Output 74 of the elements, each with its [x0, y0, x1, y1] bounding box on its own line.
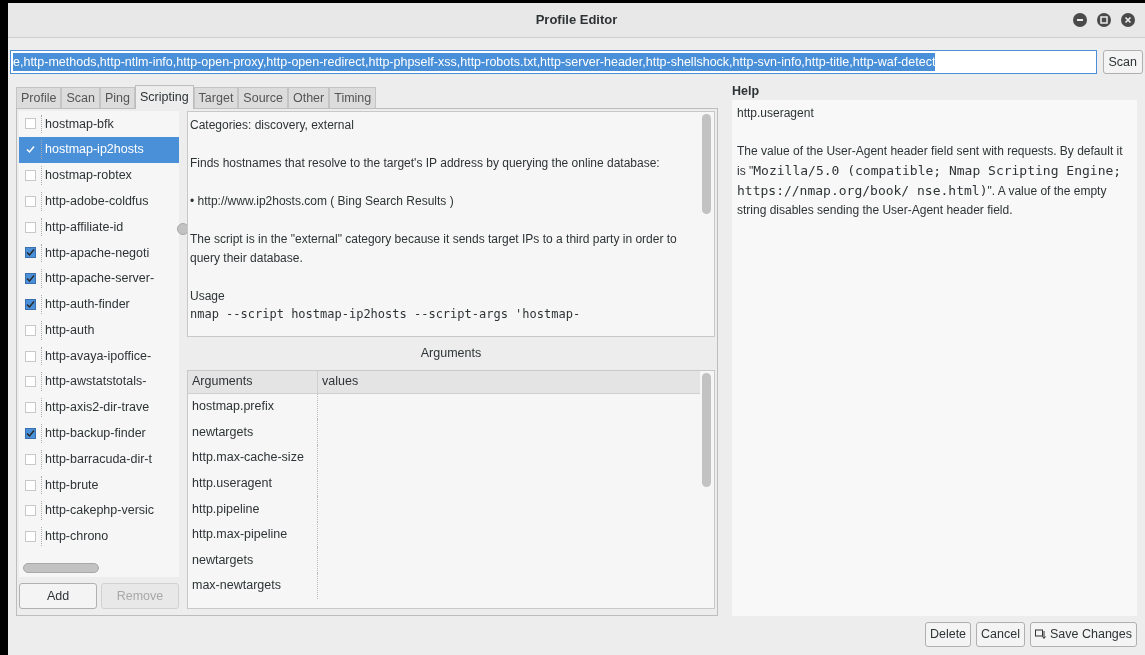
script-item[interactable]: http-chrono — [19, 523, 179, 550]
help-text: The value of the User-Agent header field sent with requests. By default it is "Mozilla/5.0 (compatible; Nmap Scripting Engine; https://nmap.org/book/ nse.html)". A value of the empty string disables sending the User-Agent header field. — [737, 143, 1124, 219]
checkbox[interactable] — [25, 479, 36, 491]
table-cell: newtargets — [188, 419, 318, 445]
script-item[interactable]: http-auth-finder — [19, 291, 179, 318]
tab[interactable]: Scripting — [134, 85, 194, 109]
tab[interactable]: Profile — [16, 87, 62, 108]
script-item[interactable]: http-apache-server- — [19, 265, 179, 292]
description-bullet: • http://www.ip2hosts.com ( Bing Search Results ) — [190, 193, 455, 210]
description-text: Categories: discovery, external — [190, 117, 355, 134]
tab[interactable]: Scan — [61, 87, 100, 108]
script-item[interactable]: http-apache-negoti — [19, 240, 179, 266]
script-item[interactable]: hostmap-robtex — [19, 162, 179, 189]
add-button[interactable]: Add — [19, 583, 97, 609]
checkbox[interactable] — [25, 170, 36, 181]
table-cell: http.useragent — [188, 470, 318, 497]
close-icon[interactable] — [1121, 13, 1135, 27]
table-cell: http.max-pipeline — [188, 521, 318, 548]
help-heading: http.useragent — [737, 105, 815, 122]
checkbox[interactable] — [25, 453, 36, 465]
checkbox[interactable] — [25, 324, 36, 336]
checkbox[interactable] — [25, 247, 36, 259]
table-cell: http.max-cache-size — [188, 444, 318, 471]
save-button[interactable]: Save Changes — [1030, 622, 1137, 647]
checkbox[interactable] — [25, 144, 36, 156]
tab[interactable]: Target — [193, 87, 239, 108]
window-title: Profile Editor — [535, 11, 618, 30]
usage-code: nmap --script hostmap-ip2hosts --script-args 'hostmap- — [190, 306, 582, 322]
checkbox[interactable] — [25, 118, 36, 130]
scan-button[interactable]: Scan — [1102, 50, 1143, 74]
minimize-icon[interactable] — [1073, 13, 1087, 27]
tab[interactable]: Other — [287, 87, 330, 108]
column-header[interactable]: values — [318, 370, 700, 393]
save-icon — [1035, 628, 1047, 641]
arguments-title: Arguments — [419, 345, 483, 362]
footer-button[interactable]: Cancel — [976, 622, 1025, 647]
tab[interactable]: Ping — [99, 87, 135, 108]
table-cell: http.pipeline — [188, 496, 318, 522]
script-item[interactable]: http-avaya-ipoffice- — [19, 343, 179, 369]
scrollbar-thumb[interactable] — [702, 372, 711, 487]
script-item[interactable]: http-axis2-dir-trave — [19, 394, 179, 421]
footer-button[interactable]: Delete — [924, 622, 972, 647]
description-text: Finds hostnames that resolve to the target's IP address by querying the online database: — [190, 155, 661, 172]
tab[interactable]: Source — [238, 87, 288, 108]
checkbox[interactable] — [25, 298, 36, 310]
script-item[interactable]: http-barracuda-dir-t — [19, 446, 179, 473]
checkbox[interactable] — [25, 376, 36, 388]
script-item[interactable]: http-awstatstotals- — [19, 368, 179, 395]
checkbox[interactable] — [25, 531, 36, 543]
script-item[interactable]: hostmap-bfk — [19, 111, 179, 137]
table-cell: max-newtargets — [188, 572, 318, 599]
script-item[interactable]: http-adobe-coldfus — [19, 188, 179, 215]
column-header[interactable]: Arguments — [188, 370, 318, 393]
checkbox[interactable] — [25, 427, 36, 439]
scrollbar-thumb[interactable] — [702, 114, 711, 214]
checkbox[interactable] — [25, 350, 36, 362]
description-text: Usage — [190, 288, 226, 305]
checkbox[interactable] — [25, 505, 36, 517]
table-cell: hostmap.prefix — [188, 393, 318, 420]
checkbox[interactable] — [25, 221, 36, 233]
script-item[interactable]: http-auth — [19, 317, 179, 344]
script-item[interactable]: http-cakephp-versic — [19, 497, 179, 524]
tab[interactable]: Timing — [329, 87, 377, 108]
checkbox[interactable] — [25, 273, 36, 285]
table-cell: newtargets — [188, 547, 318, 573]
checkbox[interactable] — [25, 195, 36, 207]
script-item[interactable]: http-affiliate-id — [19, 214, 179, 240]
maximize-icon[interactable] — [1097, 13, 1111, 27]
description-text: The script is in the "external" category because it sends target IPs to a third party in order to query their database. — [190, 231, 678, 267]
scrollbar-thumb[interactable] — [23, 563, 99, 573]
help-title: Help — [732, 83, 761, 100]
script-item[interactable]: http-backup-finder — [19, 420, 179, 447]
script-item[interactable]: http-brute — [19, 472, 179, 498]
checkbox[interactable] — [25, 402, 36, 414]
